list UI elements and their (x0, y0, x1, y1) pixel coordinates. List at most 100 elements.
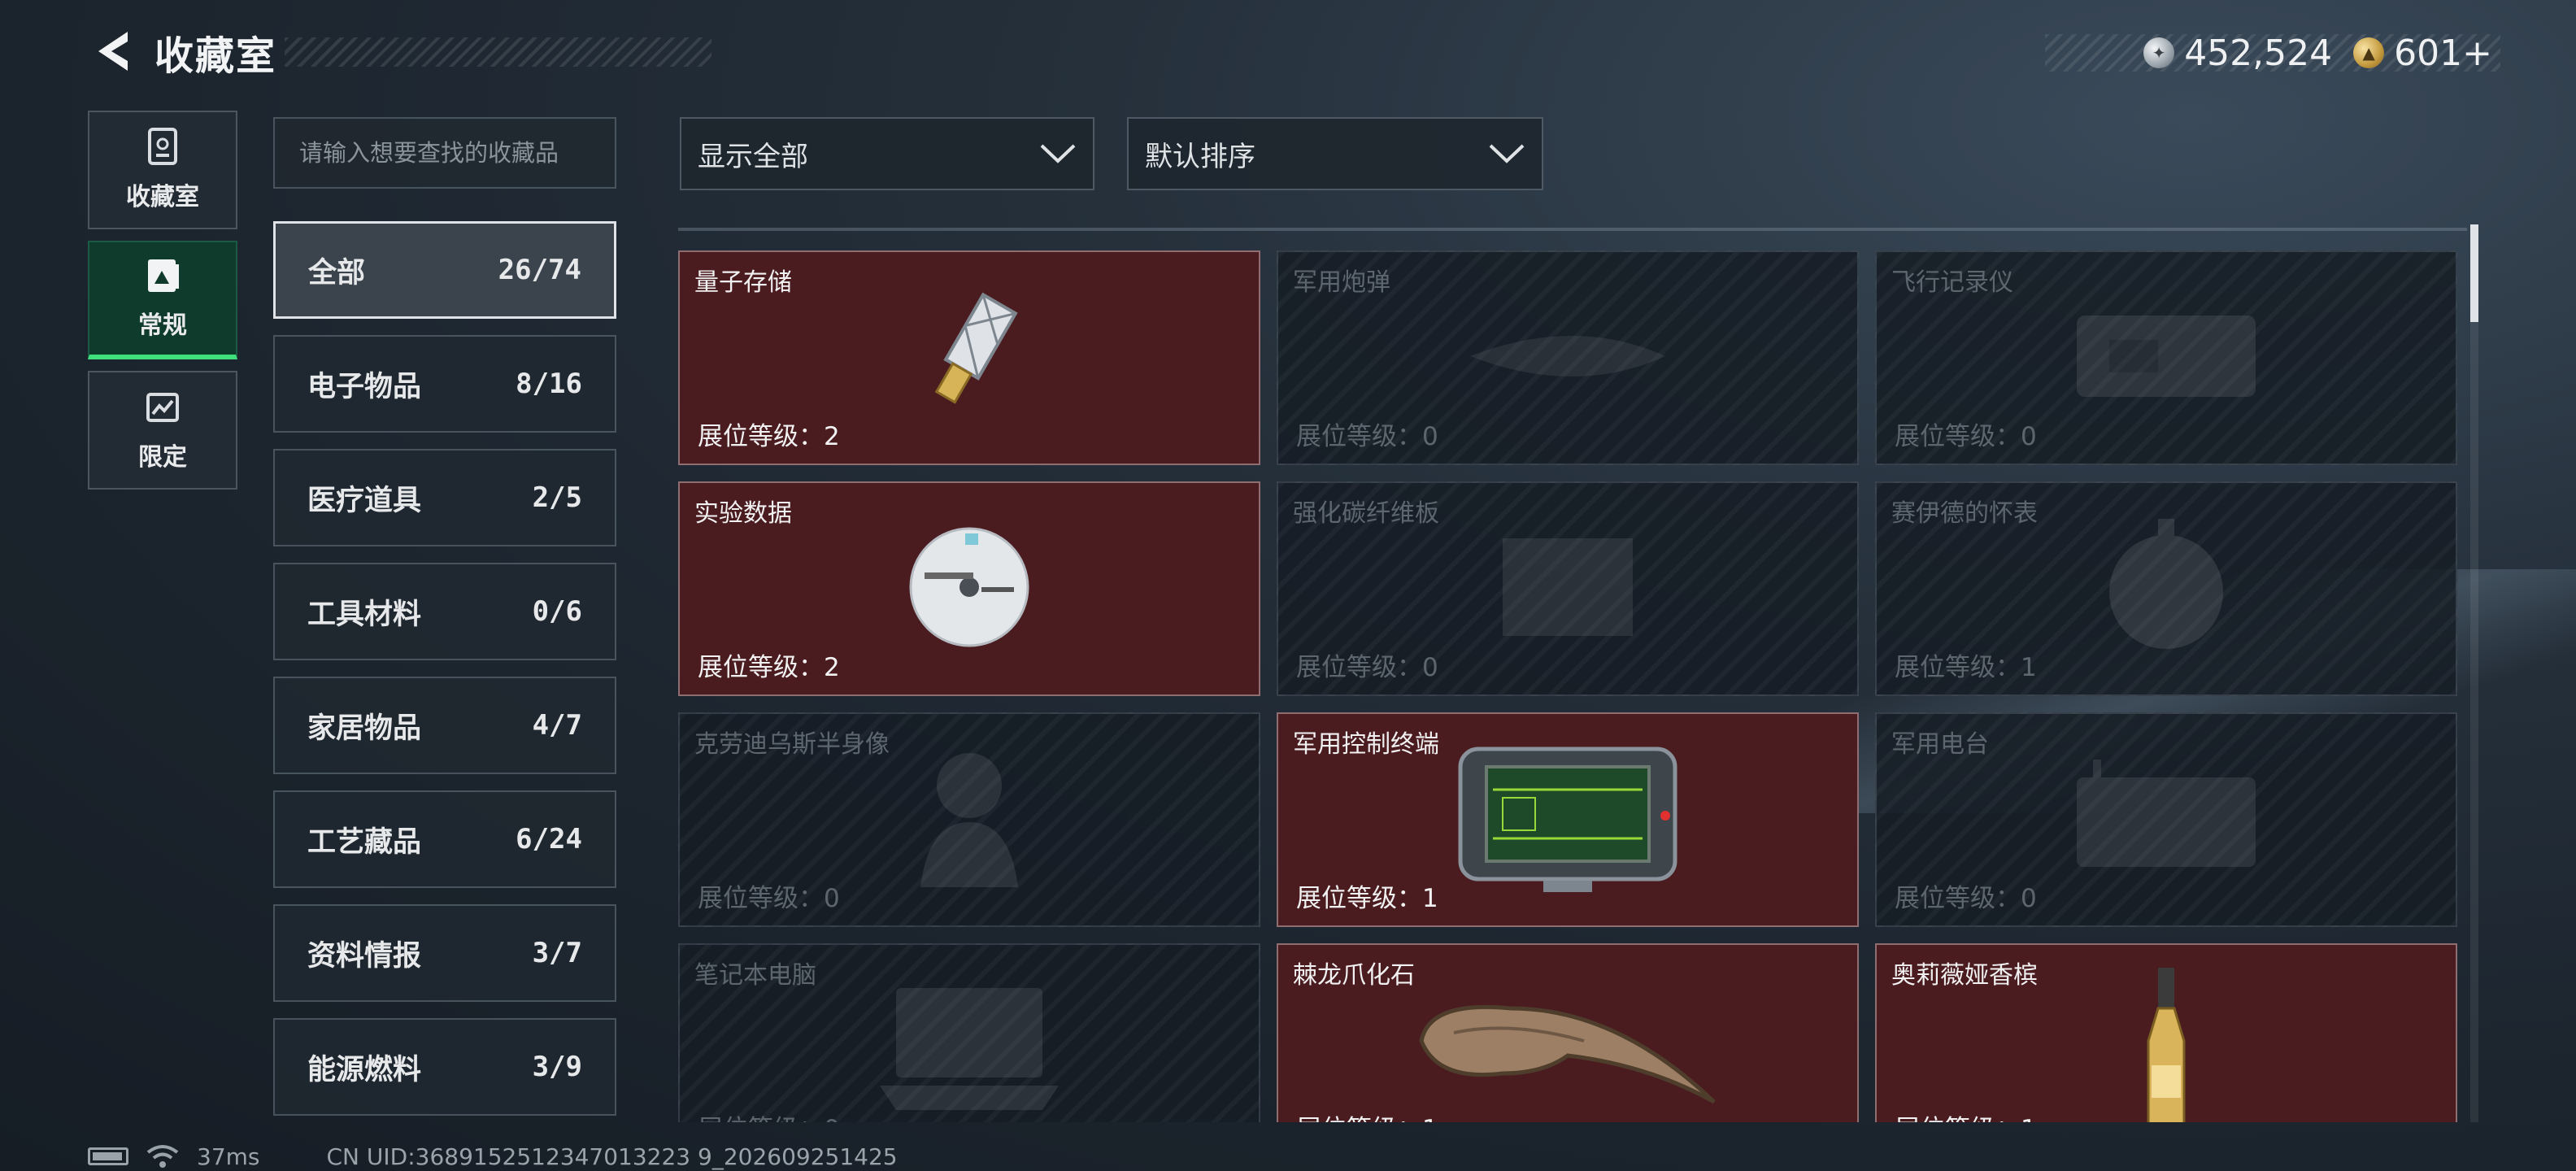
gold-coin-icon: ▲ (2353, 37, 2385, 68)
collection-card[interactable]: 军用控制终端 展位等级：1 (1277, 712, 1859, 927)
silver-amount: 452,524 (2184, 32, 2333, 74)
grid-scrollbar[interactable] (2470, 224, 2478, 1122)
booth-level: 展位等级：0 (698, 1108, 840, 1122)
sidenav-item-limited[interactable]: 限定 (88, 371, 237, 490)
item-name: 笔记本电脑 (694, 961, 816, 990)
item-name: 克劳迪乌斯半身像 (694, 730, 890, 759)
item-name: 军用电台 (1891, 730, 1989, 759)
category-count: 4/7 (532, 709, 582, 742)
booth-level-label: 展位等级： (1895, 422, 2021, 451)
collection-room-icon (145, 128, 181, 167)
collection-card[interactable]: 军用电台展位等级：0 (1875, 712, 2457, 927)
category-household[interactable]: 家居物品 4/7 (273, 677, 616, 774)
sidenav-item-regular[interactable]: 常规 (88, 241, 237, 359)
item-name: 棘龙爪化石 (1293, 961, 1415, 990)
category-energy[interactable]: 能源燃料 3/9 (273, 1018, 616, 1116)
booth-level-label: 展位等级： (1296, 1115, 1422, 1122)
booth-level-value: 0 (824, 1115, 840, 1122)
category-name: 能源燃料 (307, 1053, 422, 1086)
claw-fossil-icon (1405, 984, 1730, 1117)
category-name: 工艺藏品 (307, 825, 422, 859)
data-disc-icon (900, 522, 1038, 655)
collection-card[interactable]: 量子存储 展位等级：2 (678, 250, 1260, 465)
pocket-watch-icon (2093, 514, 2239, 664)
booth-level-value: 0 (1422, 653, 1438, 682)
category-name: 电子物品 (307, 370, 422, 403)
collection-card[interactable]: 飞行记录仪 展位等级：0 (1875, 250, 2457, 465)
booth-level-value: 1 (1422, 1115, 1438, 1122)
booth-level-value: 0 (2021, 422, 2037, 451)
booth-level-value: 2 (824, 653, 840, 682)
category-count: 3/9 (532, 1051, 582, 1083)
category-all[interactable]: 全部 26/74 (273, 221, 616, 319)
booth-level-label: 展位等级： (1296, 884, 1422, 913)
header: 收藏室 ✦ 452,524 ▲ 601+ (0, 0, 2576, 106)
sidenav-label: 常规 (138, 311, 187, 340)
silver-currency[interactable]: ✦ 452,524 (2143, 33, 2332, 74)
collection-card[interactable]: 棘龙爪化石展位等级：1 (1277, 943, 1859, 1122)
booth-level: 展位等级：1 (1296, 1108, 1438, 1122)
military-radio-icon (2060, 753, 2272, 886)
limited-icon (145, 388, 181, 427)
category-tools[interactable]: 工具材料 0/6 (273, 563, 616, 660)
collection-card[interactable]: 实验数据 展位等级：2 (678, 481, 1260, 696)
sort-value: 默认排序 (1145, 140, 1255, 173)
collection-card[interactable]: 克劳迪乌斯半身像展位等级：0 (678, 712, 1260, 927)
laptop-icon (872, 980, 1067, 1121)
booth-level: 展位等级：0 (698, 877, 840, 914)
booth-level: 展位等级：2 (698, 416, 840, 452)
booth-level-label: 展位等级： (1895, 884, 2021, 913)
category-count: 8/16 (516, 368, 582, 400)
collection-card[interactable]: 奥莉薇娅香槟展位等级：1 (1875, 943, 2457, 1122)
booth-level-value: 0 (2021, 884, 2037, 913)
booth-level: 展位等级：1 (1895, 1108, 2037, 1122)
booth-level: 展位等级：0 (1895, 416, 2037, 452)
collection-grid: 量子存储 展位等级：2 军用炮弹 展位等级：0 飞行记录仪 展位等级：0 实验数据 展位等级：… (678, 250, 2457, 1122)
currency-bar: ✦ 452,524 ▲ 601+ (2045, 33, 2500, 74)
category-electronics[interactable]: 电子物品 8/16 (273, 335, 616, 433)
booth-level-value: 1 (1422, 884, 1438, 913)
collection-card[interactable]: 笔记本电脑展位等级：0 (678, 943, 1260, 1122)
sidenav-label: 限定 (138, 443, 187, 472)
back-button[interactable] (88, 24, 137, 78)
category-name: 家居物品 (307, 712, 422, 745)
status-footer: 37ms CN UID:3689152512347013223 9_202609… (88, 1142, 898, 1171)
booth-level-value: 0 (824, 884, 840, 913)
search-input[interactable] (273, 117, 616, 189)
display-filter-dropdown[interactable]: 显示全部 (680, 117, 1094, 190)
booth-level-label: 展位等级： (1895, 653, 2021, 682)
booth-level-label: 展位等级： (698, 1115, 824, 1122)
title-stripes-decor (285, 37, 711, 67)
gold-amount: 601+ (2394, 32, 2492, 74)
sidenav-item-collection-room[interactable]: 收藏室 (88, 111, 237, 229)
collection-card[interactable]: 强化碳纤维板 展位等级：0 (1277, 481, 1859, 696)
collection-card[interactable]: 军用炮弹 展位等级：0 (1277, 250, 1859, 465)
category-medical[interactable]: 医疗道具 2/5 (273, 449, 616, 546)
item-name: 强化碳纤维板 (1293, 499, 1439, 528)
chevron-down-icon (1040, 144, 1076, 163)
booth-level-label: 展位等级： (1296, 422, 1422, 451)
booth-level-label: 展位等级： (1296, 653, 1422, 682)
side-nav: 收藏室 常规 限定 (88, 111, 237, 501)
category-count: 6/24 (516, 823, 582, 855)
page-title-wrap: 收藏室 (154, 33, 711, 79)
sidenav-label: 收藏室 (126, 183, 199, 211)
booth-level: 展位等级：0 (1895, 877, 2037, 914)
gold-currency[interactable]: ▲ 601+ (2353, 33, 2492, 74)
regular-icon (145, 256, 181, 295)
item-name: 军用控制终端 (1293, 730, 1439, 759)
category-name: 工具材料 (307, 598, 422, 631)
category-count: 2/5 (532, 481, 582, 514)
scrollbar-thumb[interactable] (2470, 224, 2478, 322)
booth-level-value: 1 (2021, 1115, 2037, 1122)
collection-card[interactable]: 赛伊德的怀表 展位等级：1 (1875, 481, 2457, 696)
category-name: 全部 (308, 256, 366, 289)
booth-level-value: 0 (1422, 422, 1438, 451)
silver-coin-icon: ✦ (2143, 37, 2175, 68)
sort-dropdown[interactable]: 默认排序 (1127, 117, 1543, 190)
category-intel[interactable]: 资料情报 3/7 (273, 904, 616, 1002)
category-crafts[interactable]: 工艺藏品 6/24 (273, 790, 616, 888)
item-name: 赛伊德的怀表 (1891, 499, 2038, 528)
category-count: 0/6 (532, 595, 582, 628)
champagne-bottle-icon (2134, 968, 2199, 1122)
